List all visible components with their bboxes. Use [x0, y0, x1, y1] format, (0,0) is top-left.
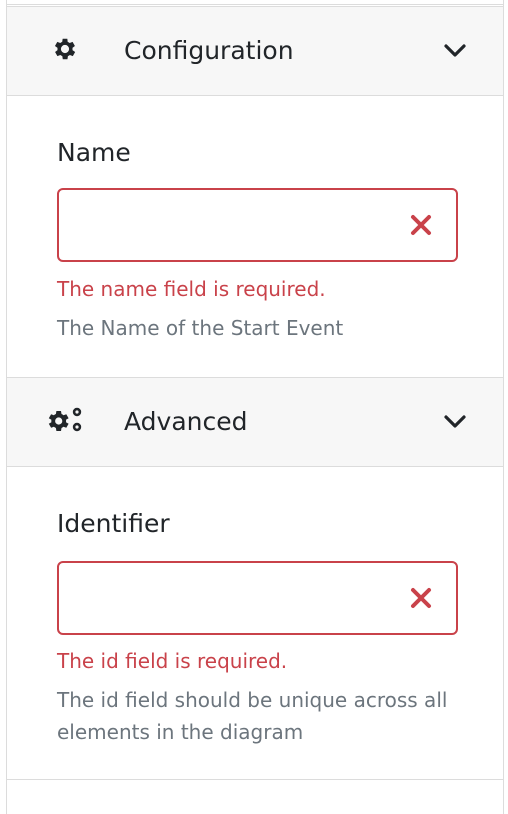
name-input[interactable]: [59, 190, 389, 260]
identifier-input-wrapper: [57, 561, 458, 635]
advanced-section-title: Advanced: [124, 407, 248, 436]
configuration-section-title: Configuration: [124, 36, 294, 65]
identifier-field-label: Identifier: [57, 509, 170, 538]
name-help-text: The Name of the Start Event: [57, 316, 344, 340]
chevron-down-icon[interactable]: [443, 43, 467, 59]
identifier-error-message: The id field is required.: [57, 649, 288, 673]
error-x-icon: [410, 587, 432, 609]
identifier-input[interactable]: [59, 563, 389, 633]
name-field-label: Name: [57, 138, 131, 167]
gear-icon: [51, 35, 79, 67]
name-input-wrapper: [57, 188, 458, 262]
configuration-section-header[interactable]: Configuration: [7, 6, 503, 96]
chevron-down-icon[interactable]: [443, 414, 467, 430]
advanced-section-header[interactable]: Advanced: [7, 377, 503, 467]
name-error-message: The name field is required.: [57, 277, 326, 301]
top-divider: [7, 4, 503, 5]
gears-icon: [47, 405, 85, 439]
identifier-help-text: The id field should be unique across all…: [57, 688, 448, 744]
inspector-panel: Configuration Name The name field is req…: [6, 0, 504, 814]
error-x-icon: [410, 214, 432, 236]
bottom-divider: [7, 779, 503, 780]
